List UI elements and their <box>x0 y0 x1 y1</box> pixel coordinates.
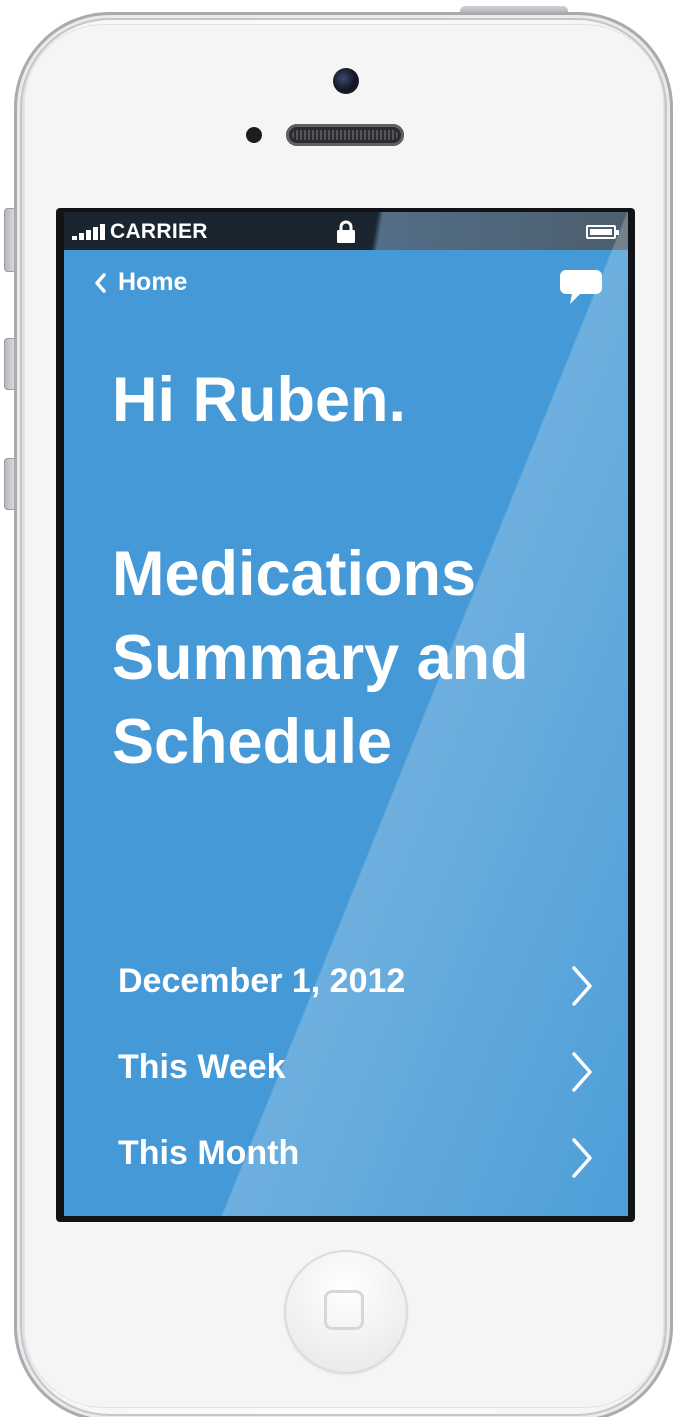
back-button[interactable]: Home <box>94 268 187 297</box>
menu-item-label: This Week <box>118 1048 286 1086</box>
battery-icon <box>586 225 619 239</box>
front-camera <box>333 68 359 94</box>
chevron-right-icon <box>572 966 592 1006</box>
signal-bars-icon <box>72 224 108 240</box>
menu-item-this-month[interactable]: This Month <box>64 1114 628 1200</box>
menu-item-this-week[interactable]: This Week <box>64 1028 628 1114</box>
home-button[interactable] <box>284 1250 408 1374</box>
page-title-line: Summary and <box>112 623 529 693</box>
page-title-line: Medications <box>112 539 477 609</box>
menu-item-today[interactable]: December 1, 2012 <box>64 942 628 1028</box>
page-title: Medications Summary and Schedule <box>112 532 622 784</box>
app-screen: CARRIER Home Hi Ruben. Medications Summa… <box>64 212 628 1216</box>
greeting-heading: Hi Ruben. <box>112 365 406 435</box>
chevron-right-icon <box>572 1052 592 1092</box>
period-menu: December 1, 2012 This Week This Month <box>64 942 628 1200</box>
carrier-label: CARRIER <box>110 220 208 243</box>
speech-bubble-icon[interactable] <box>558 268 604 306</box>
proximity-sensor <box>246 127 262 143</box>
status-bar: CARRIER <box>64 212 628 250</box>
lock-icon <box>337 220 355 243</box>
page-title-line: Schedule <box>112 707 393 777</box>
earpiece-speaker <box>286 124 404 146</box>
menu-item-label: This Month <box>118 1134 300 1172</box>
device-mockup: CARRIER Home Hi Ruben. Medications Summa… <box>0 0 673 1417</box>
chevron-right-icon <box>572 1138 592 1178</box>
back-button-label: Home <box>118 268 188 296</box>
chevron-left-icon <box>95 272 106 293</box>
menu-item-label: December 1, 2012 <box>118 962 406 1000</box>
home-square-icon <box>324 1290 364 1330</box>
